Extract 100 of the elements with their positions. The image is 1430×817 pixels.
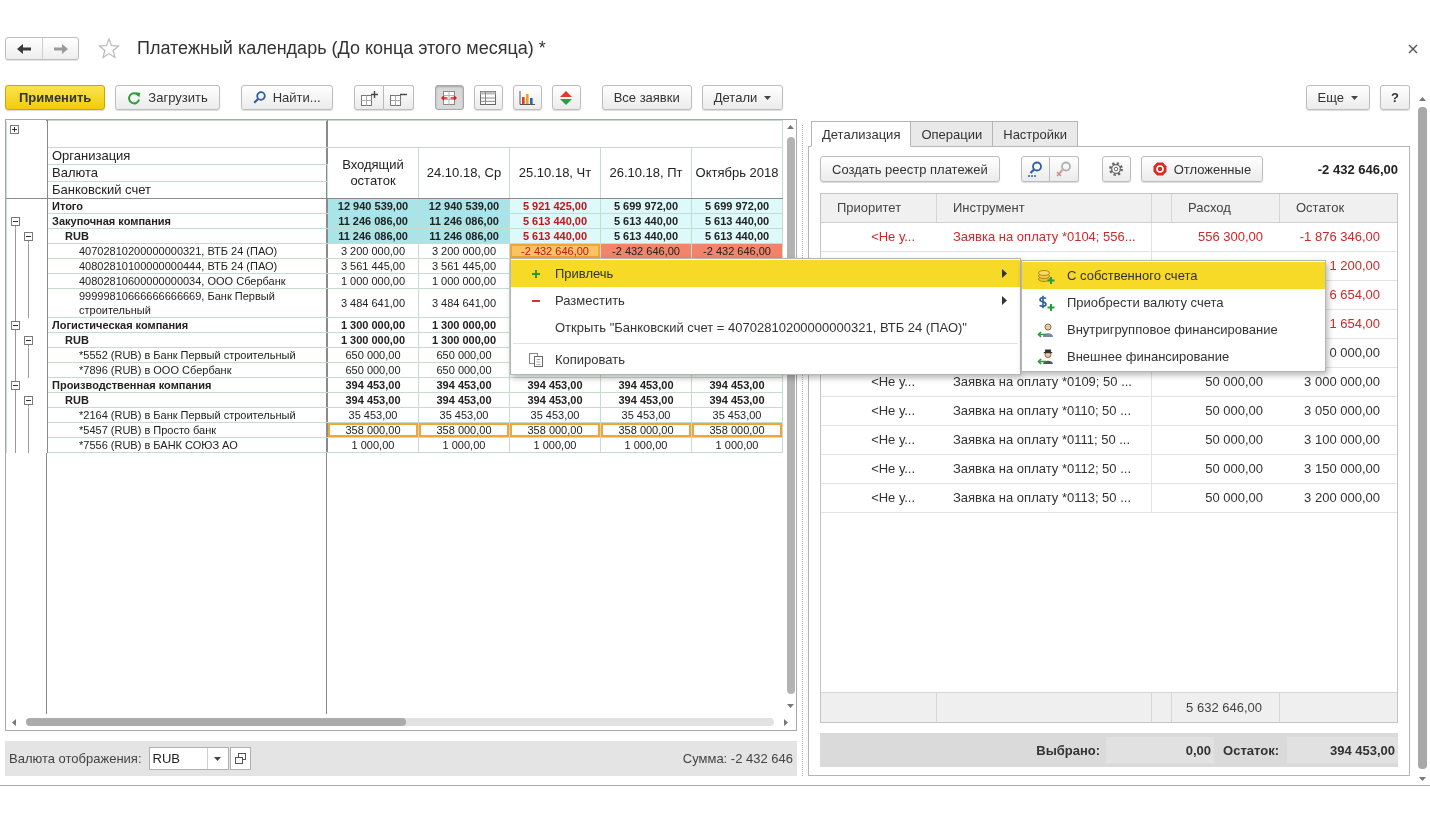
row-label: 40802810600000000034, ООО Сбербанк <box>47 273 328 289</box>
scroll-down-icon[interactable] <box>787 704 794 708</box>
table-icon <box>480 90 497 105</box>
minus-box-icon[interactable] <box>11 216 20 226</box>
table-cell-text: 3 100 000,00 <box>1303 431 1381 449</box>
scroll-up-icon[interactable] <box>787 125 794 129</box>
help-button[interactable]: ? <box>1380 85 1410 110</box>
table-cell: 394 453,00 <box>600 392 692 408</box>
table-cell: 358 000,00 <box>509 422 601 438</box>
windows-icon <box>234 753 246 764</box>
field-label: Валюта отображения: <box>9 751 142 766</box>
postponed-button[interactable]: Отложенные <box>1140 156 1264 182</box>
scrollbar-track[interactable] <box>26 718 774 726</box>
bar-chart-icon <box>519 90 536 105</box>
table-cell: 35 453,00 <box>509 407 601 423</box>
refresh-icon <box>127 90 142 105</box>
table-cell: 1 000 000,00 <box>418 273 510 289</box>
table-cell: 394 453,00 <box>327 377 419 393</box>
table-cell: 5 632 646,00 <box>1172 693 1280 722</box>
table-cell: 650 000,00 <box>327 362 419 378</box>
find-button[interactable]: Найти... <box>240 85 333 110</box>
create-registry-button[interactable]: Создать реестр платежей <box>820 156 1000 182</box>
menu-item[interactable]: С собственного счета <box>1022 262 1325 289</box>
table-cell: Заявка на оплату *0112; 50 ... <box>937 455 1152 483</box>
details-button[interactable]: Детали <box>701 85 784 110</box>
table-cell: Заявка на оплату *0113; 50 ... <box>937 484 1152 512</box>
row-label: RUB <box>47 228 328 244</box>
menu-item[interactable]: Разместить <box>511 287 1020 314</box>
table-cell-text: 0 000,00 <box>1328 344 1381 362</box>
tab[interactable]: Детализация <box>811 121 912 147</box>
scrollbar-thumb[interactable] <box>1418 107 1427 769</box>
table-cell-text: <Не у... <box>870 373 916 391</box>
column-header: 25.10.18, Чт <box>509 147 601 199</box>
window-title: Платежный календарь (До конца этого месяца) * <box>137 38 546 59</box>
apply-button[interactable]: Применить <box>5 85 106 110</box>
minus-box-icon[interactable] <box>11 380 20 390</box>
expand-all-icon[interactable] <box>10 124 19 134</box>
minus-box-icon[interactable] <box>24 395 33 405</box>
table-cell: 3 484 641,00 <box>418 288 510 318</box>
column-header: 26.10.18, Пт <box>600 147 692 199</box>
column-header: Приоритет <box>821 194 937 222</box>
table-cell: 358 000,00 <box>691 422 783 438</box>
caret-icon <box>1351 95 1358 100</box>
plus-icon <box>531 268 541 279</box>
scrollbar-thumb[interactable] <box>26 718 406 726</box>
load-button[interactable]: Загрузить <box>115 85 220 110</box>
view-toggle-button[interactable] <box>512 85 542 110</box>
view-toggle-button[interactable] <box>551 85 581 110</box>
table-cell: 358 000,00 <box>418 422 510 438</box>
table-cell: Заявка на оплату *0110; 50 ... <box>937 397 1152 425</box>
minus-box-icon[interactable] <box>11 320 20 330</box>
menu-item[interactable]: Открыть "Банковский счет = 40702810200000000321, ВТБ 24 (ПАО)" <box>511 314 1020 341</box>
menu-item[interactable]: Внешнее финансирование <box>1022 343 1325 370</box>
scroll-right-icon[interactable] <box>784 718 788 726</box>
copy-icon <box>528 351 544 368</box>
row-label: *5552 (RUB) в Банк Первый строительный <box>47 347 328 363</box>
close-icon[interactable] <box>1408 43 1418 54</box>
open-button[interactable] <box>229 747 251 770</box>
table-cell-text: 3 000 000,00 <box>1303 373 1381 391</box>
search-dots-icon <box>1027 161 1044 177</box>
table-cell-text: 3 200 000,00 <box>1303 489 1381 507</box>
gear-icon <box>1108 161 1125 177</box>
table-cell: 394 453,00 <box>691 392 783 408</box>
toolbar-button[interactable] <box>353 85 384 110</box>
table-cell-text: <Не у... <box>870 489 916 507</box>
table-cell: 1 000,00 <box>509 437 601 453</box>
view-toggle-button[interactable] <box>434 85 464 110</box>
more-button[interactable]: Еще <box>1305 85 1370 110</box>
column-header: Организация <box>47 147 328 165</box>
row-label: *5457 (RUB) в Просто банк <box>47 422 328 438</box>
scroll-down-icon[interactable] <box>1419 777 1426 781</box>
star-icon[interactable] <box>98 38 120 59</box>
table-arrows-icon <box>441 89 458 106</box>
minus-box-icon[interactable] <box>24 231 33 241</box>
column-header: Остаток <box>1295 199 1346 217</box>
settings-button[interactable] <box>1101 156 1131 182</box>
all-requests-button[interactable]: Все заявки <box>601 85 692 110</box>
menu-item[interactable]: Привлечь <box>511 260 1020 287</box>
scroll-up-icon[interactable] <box>1419 97 1426 101</box>
menu-item[interactable]: Внутригрупповое финансирование <box>1022 316 1325 343</box>
value-field: 394 453,00 <box>1287 737 1398 763</box>
field-label: Остаток: <box>1223 742 1279 758</box>
table-cell: 1 000,00 <box>327 437 419 453</box>
view-toggle-button[interactable] <box>473 85 503 110</box>
column-header: Октябрь 2018 <box>691 147 783 199</box>
row-label: *7556 (RUB) в БАНК СОЮЗ АО <box>47 437 328 453</box>
table-cell: 650 000,00 <box>418 347 510 363</box>
tab[interactable]: Операции <box>911 121 994 147</box>
search-clear-icon <box>1055 161 1072 177</box>
caret-icon <box>764 95 772 100</box>
table-cell: 3 561 445,00 <box>418 258 510 274</box>
tab[interactable]: Настройки <box>993 121 1078 147</box>
row-label: Итого <box>47 198 328 214</box>
menu-item[interactable]: Приобрести валюту счета <box>1022 289 1325 316</box>
search-button[interactable] <box>1020 156 1050 182</box>
toolbar-button[interactable] <box>383 85 414 110</box>
minus-box-icon[interactable] <box>24 335 33 345</box>
table-cell-text: 50 000,00 <box>1204 431 1264 449</box>
scroll-left-icon[interactable] <box>12 718 16 726</box>
table-cell-text: 6 654,00 <box>1328 286 1381 304</box>
